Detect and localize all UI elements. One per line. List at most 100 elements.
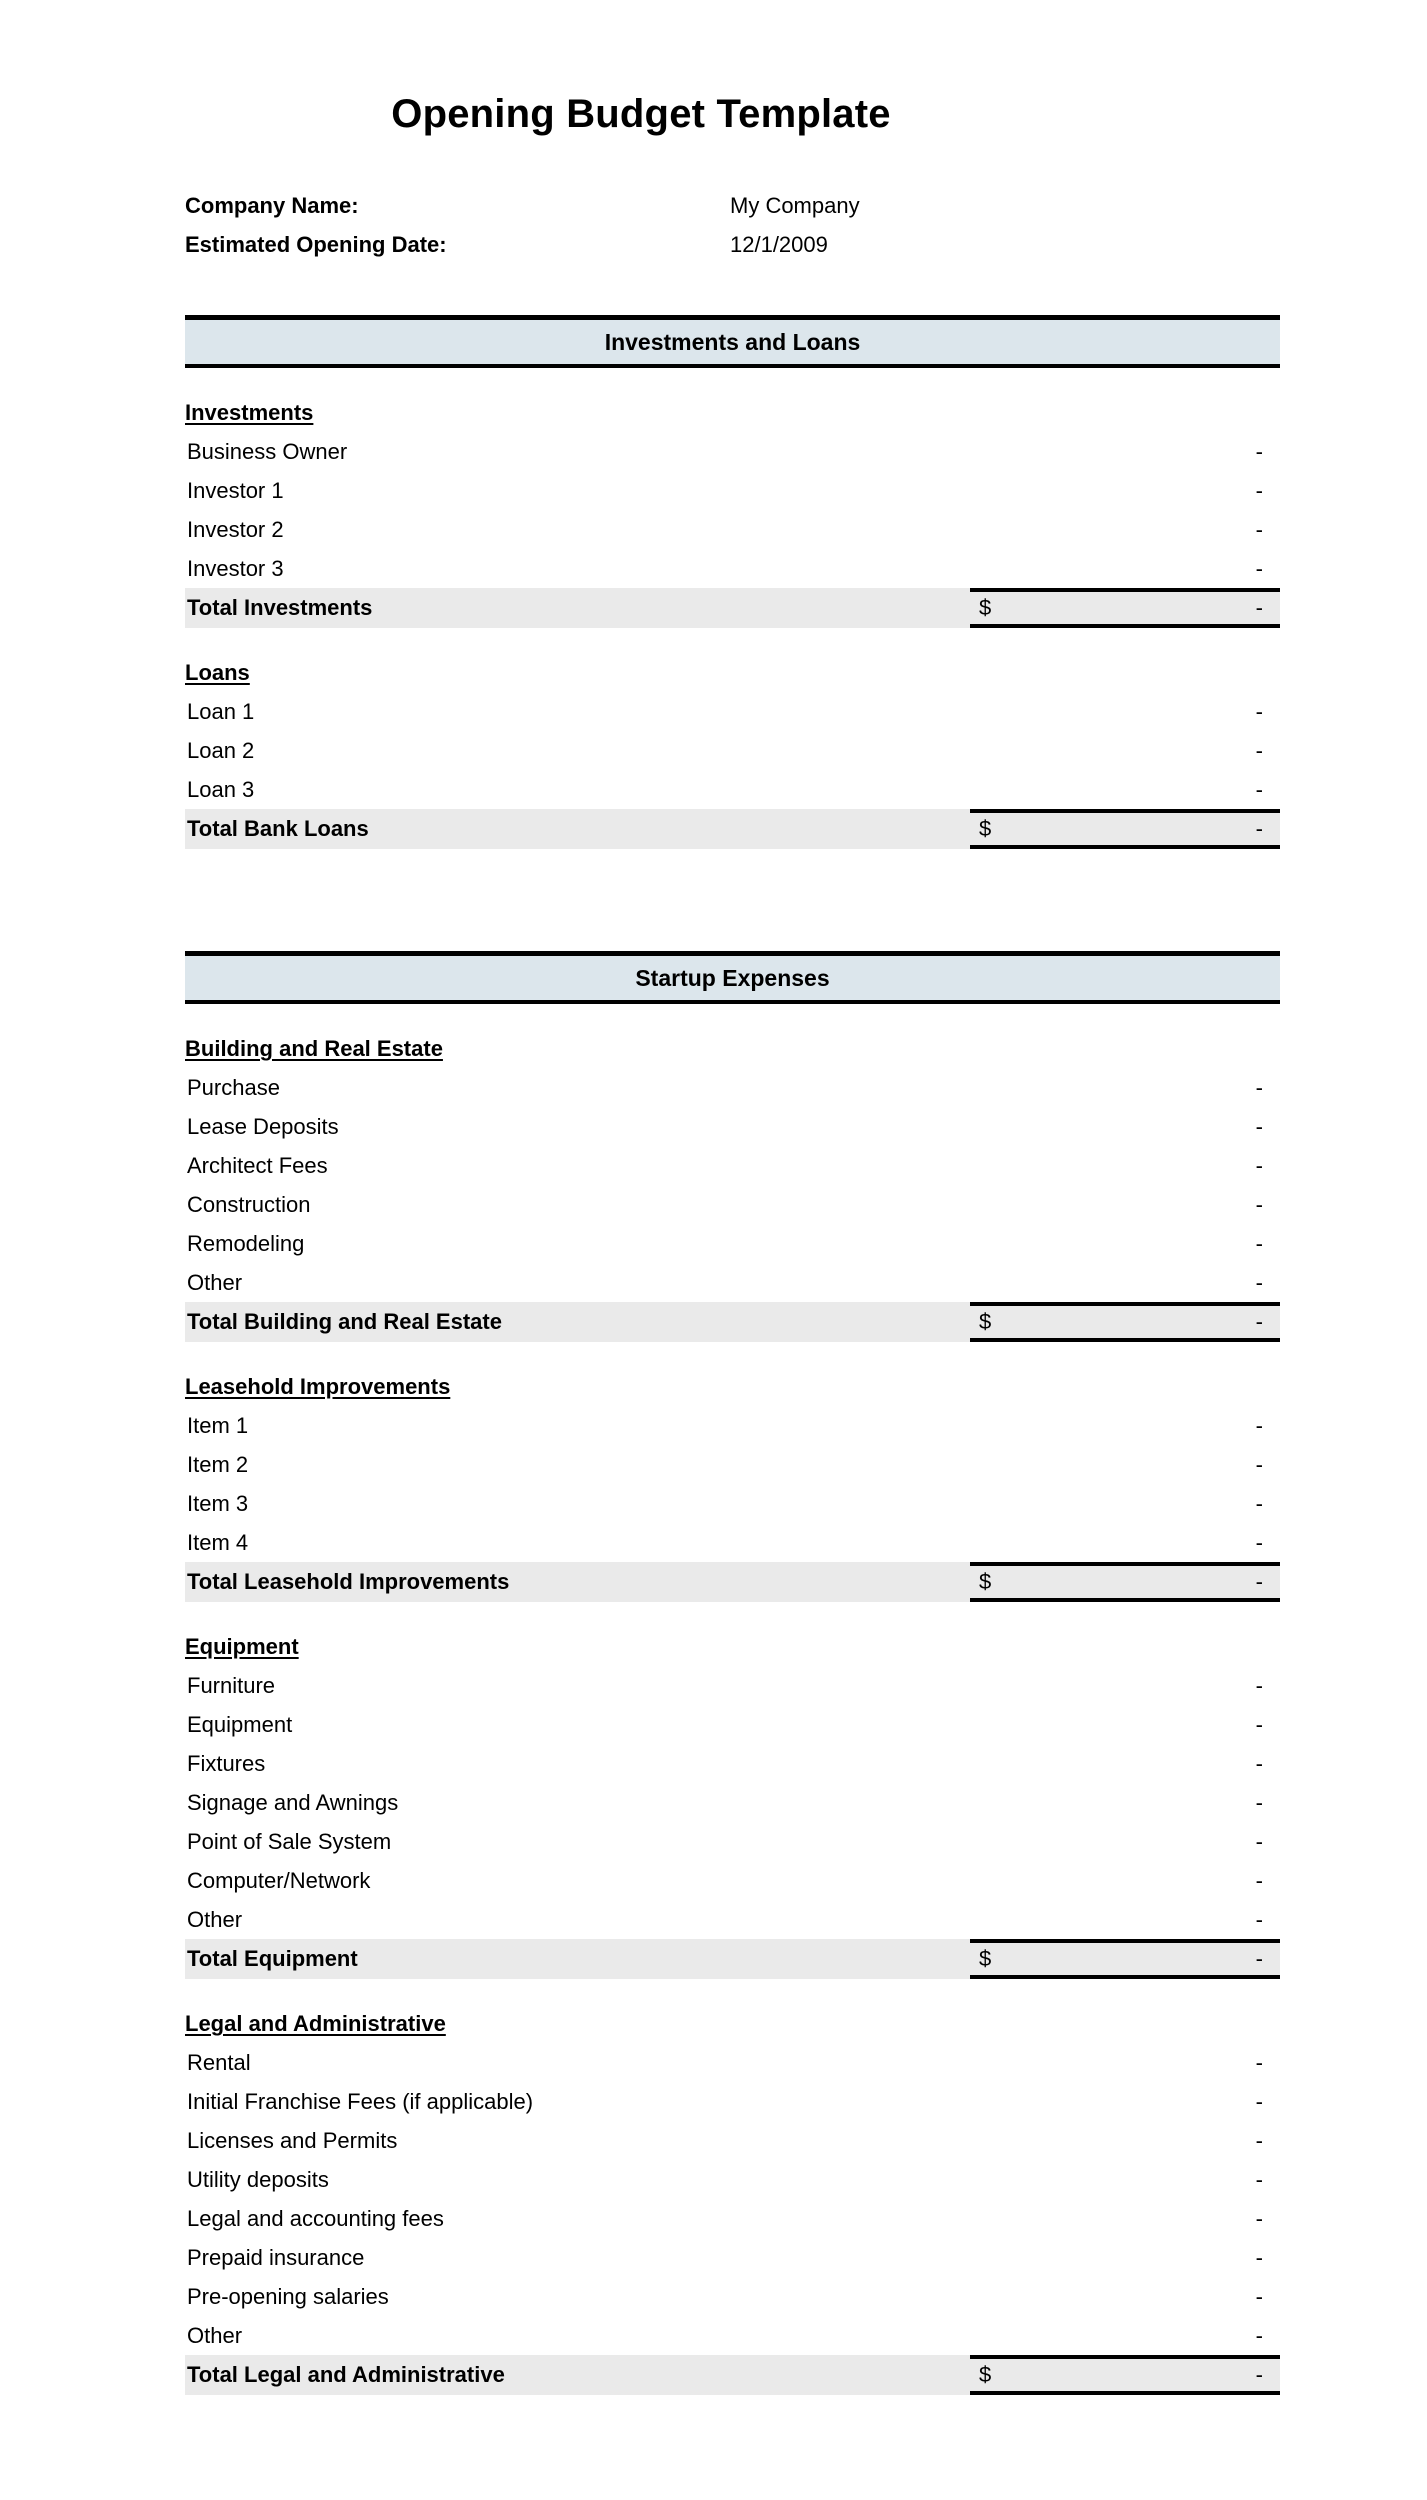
section-banner: Startup Expenses [185,951,1280,1004]
budget-group: Investments Business Owner - Investor 1- Inv… [185,398,1280,628]
line-item-row: Loan 1 - [185,692,1280,731]
line-item-label: Item 3 [187,1490,249,1516]
currency-symbol: $ [979,1946,992,1971]
line-item-amount[interactable]: - [1143,1231,1280,1257]
section-banner: Investments and Loans [185,315,1280,368]
line-item-amount[interactable]: - [1143,556,1280,582]
line-item-row: Utility deposits - [185,2160,1280,2199]
section-banner-title: Investments and Loans [604,328,861,355]
sections-container: Investments and Loans Investments Business… [185,315,1280,2395]
total-amount: - [1255,1569,1263,1594]
line-item-amount[interactable]: - [1143,2206,1280,2232]
line-item-amount[interactable]: - [1143,2284,1280,2310]
currency-symbol: $ [979,1309,992,1334]
company-name-row: Company Name: My Company [185,193,1280,232]
line-item-row: Equipment - [185,1705,1280,1744]
total-value-cell: $ - [970,2355,1280,2395]
company-name-value[interactable]: My Company [730,193,860,219]
total-row: Total Equipment $ - [185,1939,1280,1979]
line-item-row: Loan 2 - [185,731,1280,770]
currency-symbol: $ [979,595,992,620]
line-item-amount[interactable]: - [1143,1452,1280,1478]
line-item-row: Other - [185,2316,1280,2355]
line-item-row: Item 2 - [185,1445,1280,1484]
line-item-amount[interactable]: - [1143,2089,1280,2115]
page-title: Opening Budget Template [391,92,891,136]
total-label: Total Building and Real Estate [187,1309,502,1334]
line-item-amount[interactable]: - [1143,1530,1280,1556]
opening-date-value[interactable]: 12/1/2009 [730,232,828,258]
line-item-amount[interactable]: - [1143,1868,1280,1894]
section-banner-title: Startup Expenses [635,964,830,991]
line-item-amount[interactable]: - [1143,478,1280,504]
line-item-amount[interactable]: - [1143,1491,1280,1517]
line-item-amount[interactable]: - [1143,1751,1280,1777]
line-item-row: Signage and Awnings - [185,1783,1280,1822]
line-item-label: Other [187,1906,243,1932]
budget-group: Legal and Administrative Rental - Initial F… [185,2009,1280,2395]
line-item-row: Investor 2 - [185,510,1280,549]
line-item-row: Investor 3 - [185,549,1280,588]
line-item-amount[interactable]: - [1143,439,1280,465]
opening-date-row: Estimated Opening Date: 12/1/2009 [185,232,1280,271]
line-item-amount[interactable]: - [1143,738,1280,764]
line-item-amount[interactable]: - [1143,1907,1280,1933]
budget-group: Building and Real Estate Purchase - Lease D… [185,1034,1280,1342]
group-title: Equipment [185,1634,299,1659]
group-title: Legal and Administrative [185,2011,446,2036]
line-item-amount[interactable]: - [1143,1075,1280,1101]
line-item-row: Fixtures - [185,1744,1280,1783]
company-info-block: Company Name: My Company Estimated Openi… [185,193,1280,271]
line-item-amount[interactable]: - [1143,1790,1280,1816]
line-item-label: Initial Franchise Fees (if applicable) [187,2088,534,2114]
line-item-row: Computer/Network - [185,1861,1280,1900]
line-item-amount[interactable]: - [1143,2167,1280,2193]
budget-group: Loans Loan 1 - Loan 2 - Loan 3 - Total Bank Loa… [185,658,1280,849]
total-value-cell: $ - [970,588,1280,628]
line-item-row: Lease Deposits - [185,1107,1280,1146]
line-item-row: Legal and accounting fees - [185,2199,1280,2238]
line-item-amount[interactable]: - [1143,1114,1280,1140]
line-item-amount[interactable]: - [1143,777,1280,803]
line-item-amount[interactable]: - [1143,1712,1280,1738]
line-item-label: Pre-opening salaries [187,2283,389,2309]
line-item-label: Licenses and Permits [187,2127,398,2153]
line-item-amount[interactable]: - [1143,1270,1280,1296]
line-item-row: Investor 1 - [185,471,1280,510]
total-label: Total Bank Loans [187,816,369,841]
line-item-amount[interactable]: - [1143,1673,1280,1699]
budget-template-page: Opening Budget Template Company Name: My… [0,0,1427,2500]
line-item-amount[interactable]: - [1143,1192,1280,1218]
line-item-label: Item 4 [187,1529,249,1555]
total-row: Total Building and Real Estate $ - [185,1302,1280,1342]
line-item-amount[interactable]: - [1143,2323,1280,2349]
line-item-label: Investor 1 [187,477,284,503]
line-item-label: Architect Fees [187,1152,328,1178]
line-item-row: Initial Franchise Fees (if applicable) - [185,2082,1280,2121]
line-item-label: Signage and Awnings [187,1789,399,1815]
line-item-amount[interactable]: - [1143,517,1280,543]
line-item-label: Furniture [187,1672,276,1698]
line-item-row: Item 1 - [185,1406,1280,1445]
line-item-amount[interactable]: - [1143,2245,1280,2271]
total-amount: - [1255,595,1263,620]
total-label: Total Leasehold Improvements [187,1569,510,1594]
total-row: Total Investments $ - [185,588,1280,628]
line-item-row: Loan 3 - [185,770,1280,809]
line-item-label: Legal and accounting fees [187,2205,444,2231]
line-item-amount[interactable]: - [1143,1413,1280,1439]
currency-symbol: $ [979,1569,992,1594]
line-item-amount[interactable]: - [1143,2050,1280,2076]
line-item-row: Architect Fees - [185,1146,1280,1185]
line-item-amount[interactable]: - [1143,699,1280,725]
line-item-label: Remodeling [187,1230,305,1256]
line-item-label: Prepaid insurance [187,2244,365,2270]
line-item-label: Investor 3 [187,555,284,581]
line-item-row: Construction - [185,1185,1280,1224]
line-item-amount[interactable]: - [1143,1153,1280,1179]
line-item-amount[interactable]: - [1143,1829,1280,1855]
opening-date-label: Estimated Opening Date: [185,232,447,257]
line-item-amount[interactable]: - [1143,2128,1280,2154]
line-item-label: Equipment [187,1711,293,1737]
line-item-row: Remodeling - [185,1224,1280,1263]
